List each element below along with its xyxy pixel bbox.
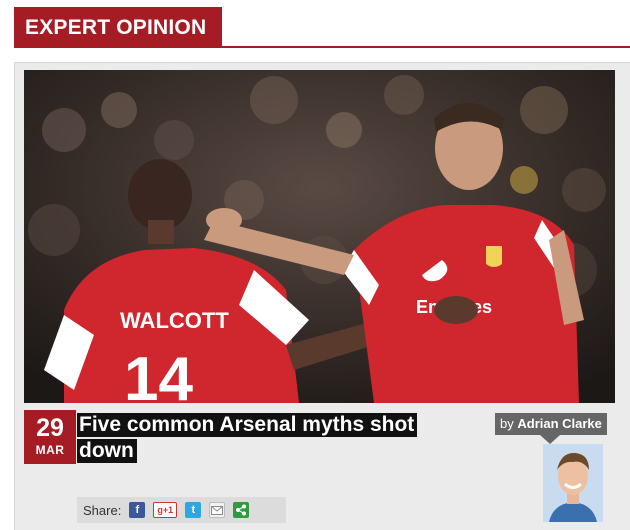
author-photo — [543, 444, 603, 522]
google-plus-icon[interactable]: g+1 — [153, 502, 178, 518]
date-badge: 29 MAR — [24, 410, 76, 464]
email-icon[interactable] — [209, 502, 226, 518]
author-byline[interactable]: by Adrian Clarke — [495, 413, 607, 435]
article-headline[interactable]: Five common Arsenal myths shot down — [77, 412, 477, 464]
football-celebration-image: WALCOTT 14 Emirates — [24, 70, 615, 403]
date-month: MAR — [35, 443, 65, 457]
byline-prefix: by — [500, 416, 514, 431]
share-label: Share: — [83, 502, 122, 518]
twitter-icon[interactable]: t — [185, 502, 202, 518]
date-day: 29 — [36, 414, 64, 442]
section-divider — [14, 46, 630, 48]
share-icon[interactable] — [233, 502, 250, 518]
author-name[interactable]: Adrian Clarke — [517, 416, 602, 431]
shirt-number: 14 — [124, 345, 193, 403]
section-title: EXPERT OPINION — [25, 15, 207, 39]
expert-opinion-widget: EXPERT OPINION WALCOTT 14 29 MAR Five co… — [0, 0, 630, 530]
shirt-name: WALCOTT — [120, 308, 229, 333]
share-glyph — [236, 504, 247, 516]
section-header[interactable]: EXPERT OPINION — [14, 7, 222, 48]
author-avatar[interactable] — [543, 444, 603, 522]
facebook-icon[interactable]: f — [129, 502, 146, 518]
byline-pointer — [540, 435, 560, 444]
envelope-glyph — [211, 505, 224, 515]
share-bar: Share: f g+1 t — [77, 497, 286, 523]
headline-link[interactable]: Five common Arsenal myths shot down — [77, 413, 418, 463]
article-photo[interactable]: WALCOTT 14 Emirates — [24, 70, 615, 403]
